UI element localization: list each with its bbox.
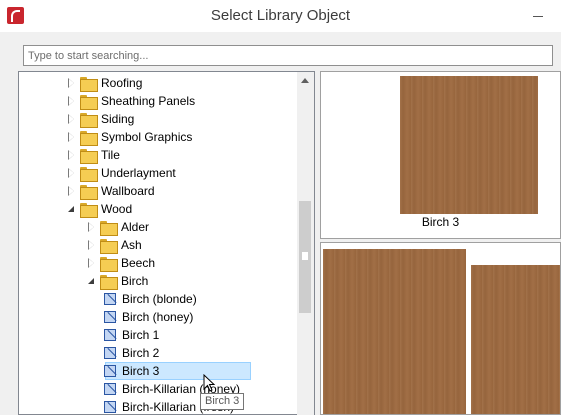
tree-folder-item[interactable]: Underlayment	[66, 164, 176, 182]
tree-material-item[interactable]: Birch (honey)	[104, 308, 194, 326]
tree-folder-item[interactable]: Sheathing Panels	[66, 92, 195, 110]
material-swatch-large	[323, 249, 466, 414]
preview-3d-panel	[320, 242, 561, 415]
material-icon	[104, 293, 116, 305]
scroll-grip	[302, 252, 308, 260]
folder-icon	[100, 256, 118, 272]
collapsed-arrow-icon[interactable]	[66, 182, 78, 200]
title-bar: Select Library Object	[0, 0, 561, 32]
tree-item-label: Birch	[121, 274, 149, 288]
tree-folder-item[interactable]: Siding	[66, 110, 134, 128]
tree-folder-item[interactable]: Wallboard	[66, 182, 155, 200]
collapsed-arrow-icon[interactable]	[66, 92, 78, 110]
tree-material-item[interactable]: Birch 3	[104, 362, 251, 380]
material-icon	[104, 401, 116, 413]
folder-icon	[80, 202, 98, 218]
material-icon	[104, 329, 116, 341]
collapsed-arrow-icon[interactable]	[66, 110, 78, 128]
material-icon	[104, 365, 116, 377]
collapsed-arrow-icon[interactable]	[66, 146, 78, 164]
material-icon	[104, 347, 116, 359]
folder-icon	[100, 238, 118, 254]
tree-item-label: Roofing	[101, 76, 143, 90]
folder-icon	[80, 112, 98, 128]
tree-material-item[interactable]: Birch 2	[104, 344, 160, 362]
tree-folder-item[interactable]: Tile	[66, 146, 120, 164]
collapsed-arrow-icon[interactable]	[86, 236, 98, 254]
tree-item-label: Birch 1	[122, 328, 160, 342]
collapsed-arrow-icon[interactable]	[86, 218, 98, 236]
folder-icon	[80, 166, 98, 182]
tree-item-label: Birch 3	[122, 364, 160, 378]
folder-icon	[80, 130, 98, 146]
tree-item-label: Tile	[101, 148, 120, 162]
tree-item-label: Birch 2	[122, 346, 160, 360]
expanded-arrow-icon[interactable]	[66, 200, 78, 218]
tree-item-label: Wallboard	[101, 184, 155, 198]
search-input[interactable]	[23, 45, 553, 66]
collapsed-arrow-icon[interactable]	[66, 164, 78, 182]
tree-item-label: Ash	[121, 238, 142, 252]
window-title: Select Library Object	[210, 7, 351, 24]
material-swatch-side	[471, 265, 560, 414]
collapsed-arrow-icon[interactable]	[66, 128, 78, 146]
scroll-up-icon[interactable]	[301, 78, 309, 83]
tree-material-item[interactable]: Birch 1	[104, 326, 160, 344]
folder-icon	[100, 220, 118, 236]
tree-item-label: Siding	[101, 112, 135, 126]
tree-folder-item[interactable]: Symbol Graphics	[66, 128, 192, 146]
folder-icon	[80, 76, 98, 92]
preview-panel: Birch 3	[320, 71, 561, 239]
tree-folder-item[interactable]: Ash	[86, 236, 142, 254]
collapsed-arrow-icon[interactable]	[66, 74, 78, 92]
tree-item-label: Birch (honey)	[122, 310, 194, 324]
tree-item-label: Alder	[121, 220, 150, 234]
tree-folder-item[interactable]: Roofing	[66, 74, 142, 92]
tree-scrollbar[interactable]	[297, 72, 314, 415]
tree-item-label: Wood	[101, 202, 133, 216]
tree-item-label: Symbol Graphics	[101, 130, 193, 144]
folder-icon	[80, 184, 98, 200]
tree-item-label: Sheathing Panels	[101, 94, 196, 108]
folder-icon	[100, 274, 118, 290]
tooltip: Birch 3	[200, 393, 245, 410]
tree-item-label: Beech	[121, 256, 156, 270]
tree-folder-item[interactable]: Alder	[86, 218, 149, 236]
tree-folder-item[interactable]: Beech	[86, 254, 155, 272]
tree-item-label: Underlayment	[101, 166, 176, 180]
material-icon	[104, 311, 116, 323]
collapsed-arrow-icon[interactable]	[86, 254, 98, 272]
folder-icon	[80, 94, 98, 110]
preview-caption: Birch 3	[421, 215, 460, 229]
material-icon	[104, 383, 116, 395]
tree-folder-item[interactable]: Birch	[86, 272, 148, 290]
tree-item-label: Birch (blonde)	[122, 292, 197, 306]
tree-folder-item[interactable]: Wood	[66, 200, 132, 218]
tree-material-item[interactable]: Birch (blonde)	[104, 290, 197, 308]
expanded-arrow-icon[interactable]	[86, 272, 98, 290]
minimize-button[interactable]	[528, 10, 548, 24]
material-swatch	[400, 76, 538, 214]
folder-icon	[80, 148, 98, 164]
library-tree[interactable]: Roofing Sheathing Panels Siding Symbol Grap…	[18, 71, 315, 415]
